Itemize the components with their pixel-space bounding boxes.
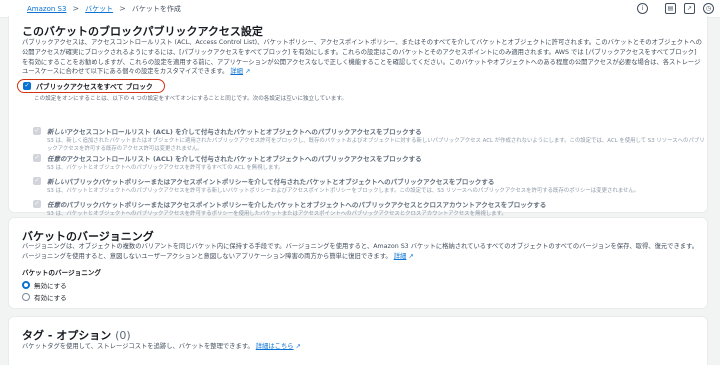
block-public-access-description: パブリックアクセスは、アクセスコントロールリスト (ACL、Access Con…: [22, 39, 702, 76]
versioning-panel: バケットのバージョニング バージョニングは、オブジェクトの複数のバリアントを同じ…: [8, 217, 708, 309]
feedback-icon[interactable]: ▤: [665, 3, 676, 14]
external-icon[interactable]: ↗: [684, 3, 695, 14]
tags-learn-more-link[interactable]: 詳細はこちら: [256, 343, 294, 350]
block-public-access-panel: このバケットのブロックパブリックアクセス設定 パブリックアクセスは、アクセスコン…: [8, 16, 708, 217]
sub-setting-any-acl: ✓ 任意のアクセスコントロールリスト (ACL) を介して付与されたバケットとオ…: [33, 154, 422, 171]
versioning-learn-more-link[interactable]: 詳細: [394, 253, 407, 260]
block-all-description: この設定をオンにすることは、以下の 4 つの設定をすべてオンにすることと同じです…: [34, 96, 347, 102]
versioning-disable-radio[interactable]: 無効にする: [22, 280, 67, 290]
checkbox-disabled-icon: ✓: [33, 154, 41, 162]
radio-selected-icon[interactable]: [22, 281, 30, 289]
breadcrumb-current: バケットを作成: [131, 4, 181, 13]
external-link-icon: ↗: [295, 343, 301, 350]
sub-setting-new-acl: ✓ 新しいアクセスコントロールリスト (ACL) を介して付与されたバケットとオ…: [33, 127, 705, 152]
radio-unselected-icon[interactable]: [22, 293, 30, 301]
checkbox-disabled-icon: ✓: [33, 200, 41, 208]
tags-panel: タグ - オプション (0) バケットタグを使用して、ストレージコストを追跡し、…: [8, 316, 708, 365]
checkbox-disabled-icon: ✓: [33, 177, 41, 185]
tags-description: バケットタグを使用して、ストレージコストを追跡し、バケットを整理できます。 詳細…: [22, 343, 301, 350]
breadcrumb-amazon-s3[interactable]: Amazon S3: [27, 5, 66, 13]
sub-setting-any-policy: ✓ 任意のパブリックバケットポリシーまたはアクセスポイントポリシーを介したバケッ…: [33, 200, 547, 217]
block-all-label: パブリックアクセスをすべて ブロック: [36, 83, 153, 91]
external-link-icon: ↗: [244, 68, 251, 76]
versioning-enable-radio[interactable]: 有効にする: [22, 292, 67, 302]
block-public-access-title: このバケットのブロックパブリックアクセス設定: [22, 25, 263, 38]
versioning-label: バケットのバージョニング: [22, 269, 101, 277]
info-icon[interactable]: i: [637, 3, 648, 14]
top-icon-group: i ▤ ↗ ◷: [629, 3, 714, 14]
clock-icon[interactable]: ◷: [703, 3, 714, 14]
versioning-description: バージョニングは、オブジェクトの複数のバリアントを同じバケット内に保持する手段で…: [22, 243, 699, 260]
block-all-public-access-checkbox[interactable]: ✓ パブリックアクセスをすべて ブロック: [17, 79, 165, 93]
learn-more-link[interactable]: 詳細: [230, 68, 243, 75]
breadcrumb-separator-icon: >: [72, 4, 80, 13]
checkbox-disabled-icon: ✓: [33, 127, 41, 135]
external-link-icon: ↗: [408, 252, 414, 260]
breadcrumb-separator-icon: >: [119, 4, 126, 13]
checkbox-checked-icon[interactable]: ✓: [23, 82, 31, 90]
sub-setting-new-policy: ✓ 新しいパブリックバケットポリシーまたはアクセスポイントポリシーを介して付与さ…: [33, 177, 640, 194]
breadcrumb-buckets[interactable]: バケット: [85, 4, 113, 14]
